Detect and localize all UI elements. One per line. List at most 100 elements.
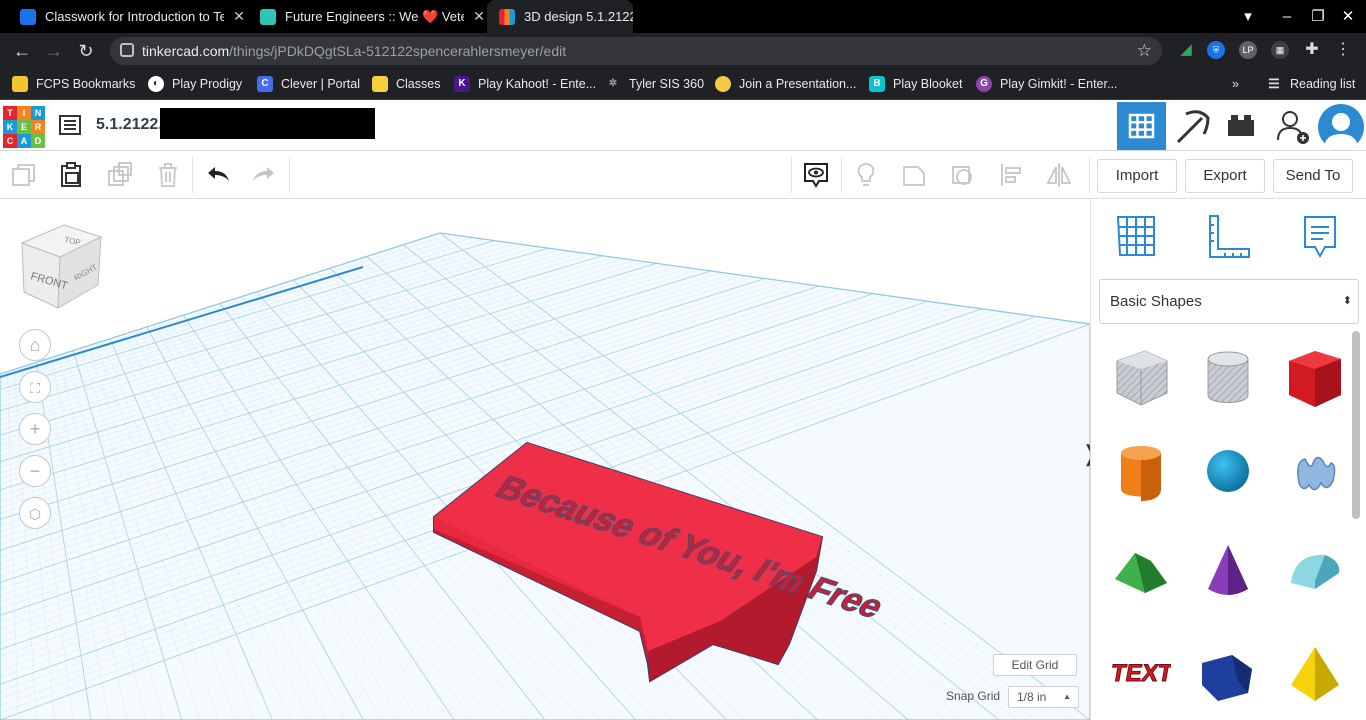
more-bookmarks-icon[interactable]: »: [1232, 69, 1239, 99]
close-icon[interactable]: ✕: [232, 8, 246, 25]
shape-pyramid[interactable]: [1285, 641, 1345, 703]
tab-future-engineers[interactable]: Future Engineers :: We ❤️ Vetera ✕: [248, 0, 486, 33]
undo-icon[interactable]: [204, 161, 232, 189]
bookmark-prodigy[interactable]: ◐ Play Prodigy: [148, 69, 242, 99]
bricks-view-button[interactable]: [1217, 102, 1266, 150]
restore-icon[interactable]: ❐: [1307, 6, 1329, 28]
browser-toolbar: ← → ↻ tinkercad.com/things/jPDkDQgtSLa-5…: [0, 33, 1366, 69]
zoom-in-button[interactable]: +: [19, 413, 51, 445]
shape-round-roof[interactable]: [1285, 539, 1345, 601]
tab-search-icon[interactable]: ▾: [1237, 6, 1259, 28]
lp-extension-icon[interactable]: LP: [1239, 41, 1257, 59]
align-icon[interactable]: [998, 161, 1026, 189]
minimize-icon[interactable]: –: [1276, 6, 1298, 28]
ruler-tool-button[interactable]: [1207, 213, 1251, 259]
paste-icon[interactable]: [57, 161, 85, 189]
tab-classwork[interactable]: Classwork for Introduction to Te ✕: [8, 0, 246, 33]
bookmark-kahoot[interactable]: K Play Kahoot! - Ente...: [454, 69, 596, 99]
back-icon[interactable]: ←: [6, 33, 38, 69]
tinkercad-logo[interactable]: T I N K E R C A D: [3, 106, 45, 148]
shape-category-select[interactable]: Basic Shapes ⬍: [1099, 279, 1359, 324]
fit-icon: ⛶: [30, 380, 40, 396]
grid-extension-icon[interactable]: ▦: [1271, 41, 1289, 59]
group-icon[interactable]: [900, 161, 928, 189]
close-icon[interactable]: ✕: [472, 8, 486, 25]
forward-icon[interactable]: →: [38, 33, 70, 69]
menu-dots-icon[interactable]: ⋮: [1334, 41, 1352, 59]
home-view-button[interactable]: ⌂: [19, 329, 51, 361]
lightbulb-icon[interactable]: [852, 161, 880, 189]
export-button[interactable]: Export: [1185, 159, 1265, 193]
shape-box-hole[interactable]: [1111, 347, 1171, 409]
shape-sphere[interactable]: [1198, 441, 1258, 503]
shape-cylinder[interactable]: [1111, 441, 1171, 503]
bookmark-fcps[interactable]: FCPS Bookmarks: [12, 69, 135, 99]
shape-roof[interactable]: [1111, 539, 1171, 601]
bookmark-star-icon[interactable]: ☆: [1137, 41, 1152, 61]
collapse-panel-icon[interactable]: ❭: [1081, 441, 1090, 467]
bookmark-blooket[interactable]: B Play Blooket: [869, 69, 962, 99]
tab-3d-design[interactable]: 3D design 5.1.2122.: [487, 0, 633, 33]
fit-view-button[interactable]: ⛶: [19, 371, 51, 403]
window-close-icon[interactable]: ✕: [1337, 6, 1359, 28]
workplane-tool-button[interactable]: [1115, 213, 1157, 257]
perspective-button[interactable]: ⬡: [19, 497, 51, 529]
ungroup-icon[interactable]: [949, 161, 977, 189]
classes-icon: [372, 76, 388, 92]
bookmark-nearpod[interactable]: Join a Presentation...: [715, 69, 856, 99]
redo-icon[interactable]: [250, 161, 278, 189]
3d-view-button[interactable]: [1117, 102, 1166, 150]
bookmark-tyler[interactable]: ✲ Tyler SIS 360: [605, 69, 704, 99]
shield-extension-icon[interactable]: ⛨: [1207, 41, 1225, 59]
edit-grid-button[interactable]: Edit Grid: [993, 654, 1077, 676]
duplicate-icon[interactable]: [106, 161, 134, 189]
bookmark-classes[interactable]: Classes: [372, 69, 440, 99]
extension-icon[interactable]: ◢: [1177, 41, 1195, 59]
view-cube[interactable]: TOP FRONT RIGHT: [20, 223, 104, 311]
design-menu-icon[interactable]: [58, 113, 82, 137]
design-title[interactable]: 5.1.2122.: [96, 116, 163, 134]
mirror-icon[interactable]: [1045, 161, 1073, 189]
shape-scribble[interactable]: [1285, 441, 1345, 503]
tinkercad-icon: [499, 8, 515, 25]
tab-title: Future Engineers :: We ❤️ Vetera: [285, 8, 464, 24]
notes-visibility-icon[interactable]: [802, 161, 830, 189]
url-text[interactable]: tinkercad.com/things/jPDkDQgtSLa-512122s…: [142, 37, 566, 65]
svg-text:TEXT: TEXT: [1111, 660, 1171, 687]
shapes-panel: Basic Shapes ⬍ TEXT: [1090, 199, 1366, 720]
reading-list[interactable]: ☰ Reading list: [1266, 69, 1355, 99]
reload-icon[interactable]: ↻: [70, 33, 102, 69]
reading-list-icon: ☰: [1268, 76, 1280, 91]
gimkit-icon: G: [976, 76, 992, 92]
shape-box[interactable]: [1285, 347, 1345, 409]
workplane-icon: [1116, 216, 1155, 256]
snap-grid-select[interactable]: 1/8 in ▲: [1008, 686, 1079, 708]
copy-icon[interactable]: [10, 161, 38, 189]
clever-icon: C: [257, 76, 273, 92]
bookmark-clever[interactable]: C Clever | Portal: [257, 69, 360, 99]
avatar[interactable]: [1318, 104, 1364, 150]
lock-icon[interactable]: [120, 43, 134, 57]
address-bar[interactable]: tinkercad.com/things/jPDkDQgtSLa-512122s…: [110, 37, 1162, 65]
kahoot-icon: K: [454, 76, 470, 92]
minecraft-view-button[interactable]: [1168, 102, 1217, 150]
delete-icon[interactable]: [154, 161, 182, 189]
panel-scrollbar[interactable]: [1352, 331, 1360, 519]
shape-cylinder-hole[interactable]: [1198, 347, 1258, 409]
shape-prism[interactable]: [1198, 641, 1258, 703]
toolbar-divider: [791, 157, 792, 193]
shape-text[interactable]: TEXT: [1108, 641, 1175, 703]
snap-grid-label: Snap Grid: [946, 689, 1001, 703]
workplane-grid[interactable]: Because of You, I'm Free: [0, 199, 1090, 720]
3d-workplane-viewport[interactable]: Because of You, I'm Free TOP FRONT RIGHT…: [0, 199, 1090, 720]
puzzle-icon[interactable]: ✚: [1303, 41, 1321, 59]
bookmark-gimkit[interactable]: G Play Gimkit! - Enter...: [976, 69, 1117, 99]
send-to-button[interactable]: Send To: [1273, 159, 1353, 193]
import-button[interactable]: Import: [1097, 159, 1177, 193]
shape-cone[interactable]: [1198, 539, 1258, 601]
invite-user-button[interactable]: [1268, 102, 1317, 150]
notes-tool-button[interactable]: [1302, 213, 1338, 259]
zoom-out-button[interactable]: −: [19, 455, 51, 487]
grid-view-icon: [1128, 113, 1155, 139]
caret-up-icon: ▲: [1063, 692, 1071, 701]
